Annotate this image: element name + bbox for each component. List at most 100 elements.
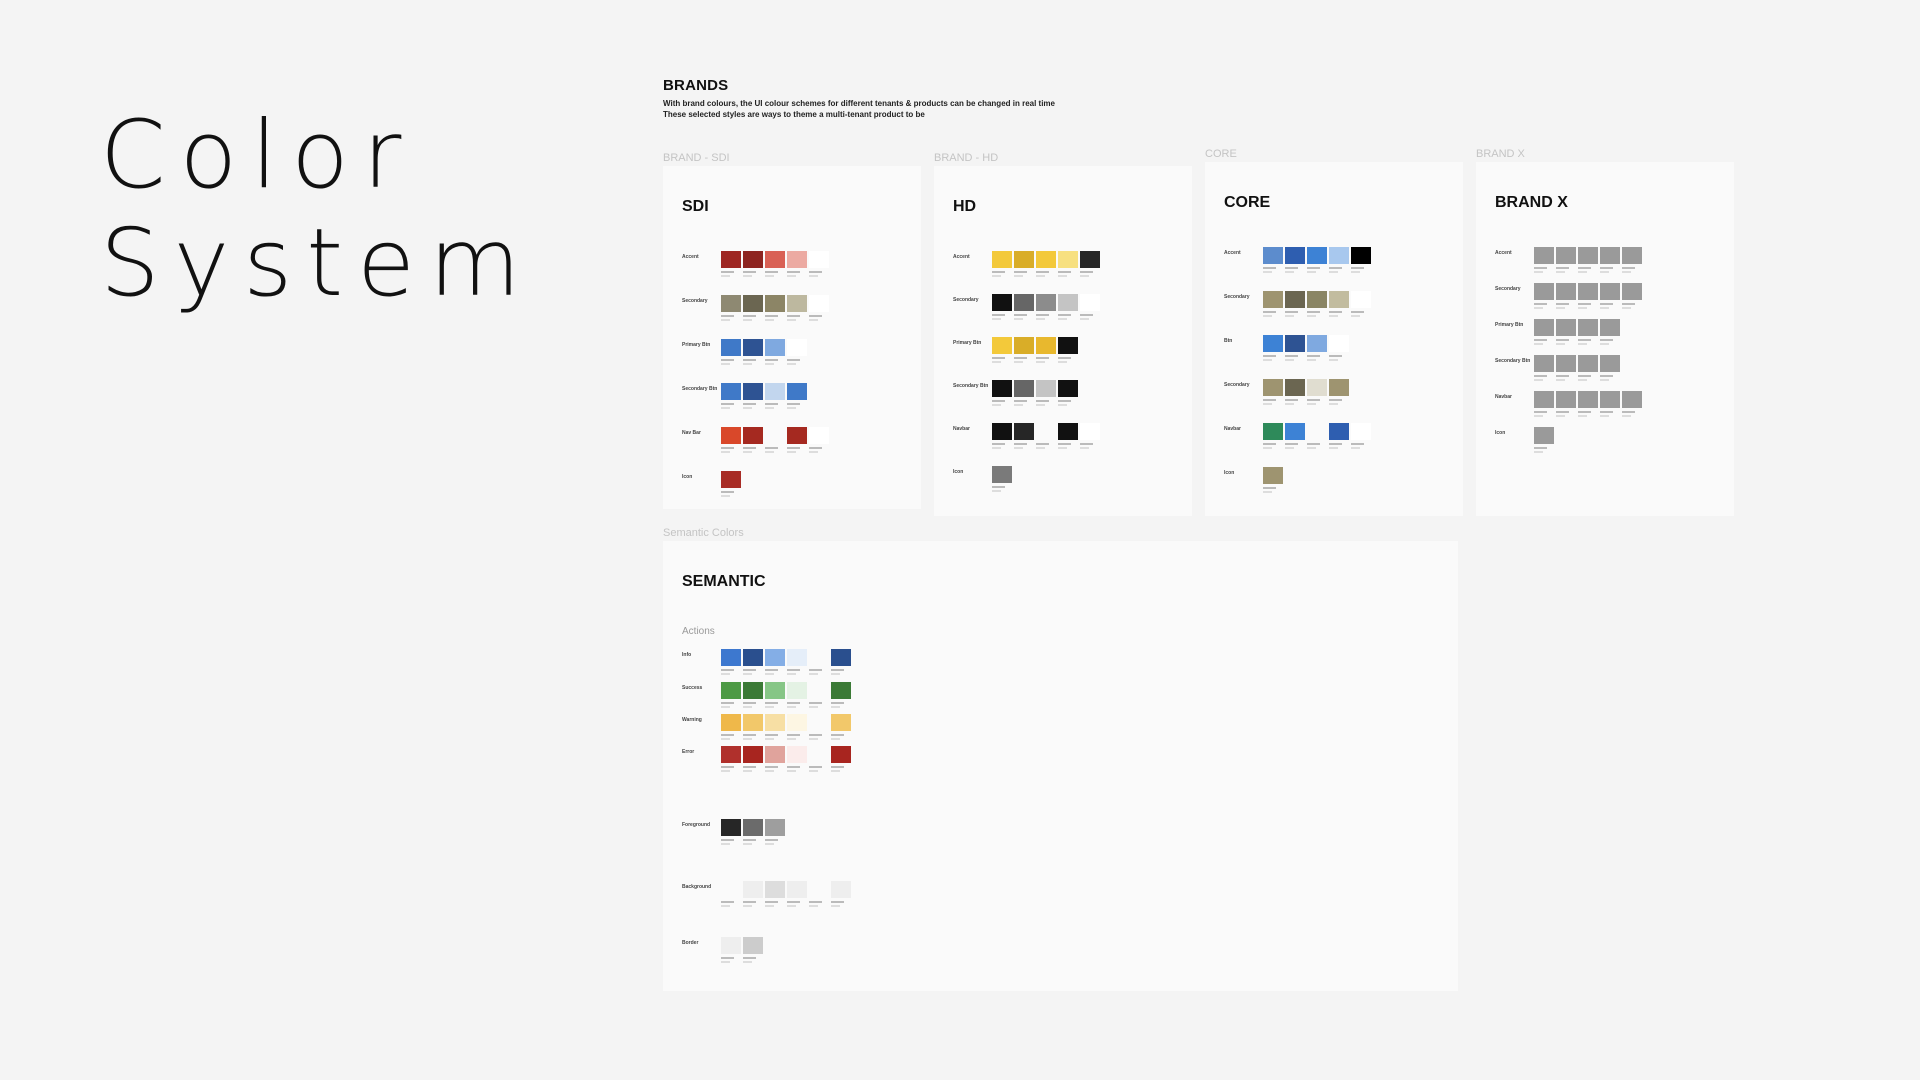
color-swatch[interactable] <box>1058 294 1078 320</box>
color-swatch[interactable] <box>992 423 1012 449</box>
color-swatch[interactable] <box>743 251 763 277</box>
color-swatch[interactable] <box>809 251 829 277</box>
color-swatch[interactable] <box>1351 291 1371 317</box>
frame-label-core[interactable]: CORE <box>1205 148 1237 160</box>
color-swatch[interactable] <box>1058 251 1078 277</box>
color-swatch[interactable] <box>765 427 785 453</box>
color-swatch[interactable] <box>1058 423 1078 449</box>
color-swatch[interactable] <box>809 427 829 453</box>
frame-label-brand-hd[interactable]: BRAND - HD <box>934 152 998 164</box>
color-swatch[interactable] <box>1578 319 1598 345</box>
color-swatch[interactable] <box>992 466 1012 492</box>
color-swatch[interactable] <box>1534 427 1554 453</box>
frame-label-semantic-colors[interactable]: Semantic Colors <box>663 527 744 539</box>
color-swatch[interactable] <box>1285 291 1305 317</box>
color-swatch[interactable] <box>1622 247 1642 273</box>
color-swatch[interactable] <box>831 649 851 675</box>
color-swatch[interactable] <box>992 380 1012 406</box>
color-swatch[interactable] <box>765 746 785 772</box>
color-swatch[interactable] <box>765 881 785 907</box>
color-swatch[interactable] <box>787 295 807 321</box>
color-swatch[interactable] <box>743 746 763 772</box>
color-swatch[interactable] <box>1556 355 1576 381</box>
color-swatch[interactable] <box>743 682 763 708</box>
color-swatch[interactable] <box>743 339 763 365</box>
color-swatch[interactable] <box>1080 251 1100 277</box>
color-swatch[interactable] <box>1556 391 1576 417</box>
color-swatch[interactable] <box>743 295 763 321</box>
color-swatch[interactable] <box>1329 335 1349 361</box>
color-swatch[interactable] <box>1058 380 1078 406</box>
color-swatch[interactable] <box>1534 355 1554 381</box>
color-swatch[interactable] <box>1600 355 1620 381</box>
color-swatch[interactable] <box>721 339 741 365</box>
color-swatch[interactable] <box>992 294 1012 320</box>
color-swatch[interactable] <box>1556 319 1576 345</box>
color-swatch[interactable] <box>743 649 763 675</box>
color-swatch[interactable] <box>765 649 785 675</box>
color-swatch[interactable] <box>721 682 741 708</box>
color-swatch[interactable] <box>1578 391 1598 417</box>
color-swatch[interactable] <box>809 649 829 675</box>
color-swatch[interactable] <box>1329 423 1349 449</box>
color-swatch[interactable] <box>831 746 851 772</box>
color-swatch[interactable] <box>1600 247 1620 273</box>
color-swatch[interactable] <box>1285 423 1305 449</box>
color-swatch[interactable] <box>1014 380 1034 406</box>
color-swatch[interactable] <box>1534 391 1554 417</box>
frame-label-brand-sdi[interactable]: BRAND - SDI <box>663 152 730 164</box>
color-swatch[interactable] <box>721 427 741 453</box>
color-swatch[interactable] <box>743 383 763 409</box>
color-swatch[interactable] <box>787 682 807 708</box>
color-swatch[interactable] <box>743 819 763 845</box>
color-swatch[interactable] <box>1285 335 1305 361</box>
color-swatch[interactable] <box>787 339 807 365</box>
card-brand-x[interactable]: BRAND X Accent Secondary Primary Btn Second… <box>1476 162 1734 516</box>
color-swatch[interactable] <box>721 383 741 409</box>
color-swatch[interactable] <box>1036 423 1056 449</box>
color-swatch[interactable] <box>765 251 785 277</box>
card-core[interactable]: CORE Accent Secondary Btn Secondary Navbar Ic… <box>1205 162 1463 516</box>
color-swatch[interactable] <box>1307 335 1327 361</box>
color-swatch[interactable] <box>1622 391 1642 417</box>
color-swatch[interactable] <box>1556 283 1576 309</box>
color-swatch[interactable] <box>1329 379 1349 405</box>
color-swatch[interactable] <box>1329 247 1349 273</box>
color-swatch[interactable] <box>721 649 741 675</box>
color-swatch[interactable] <box>1578 355 1598 381</box>
color-swatch[interactable] <box>765 339 785 365</box>
card-brand-hd[interactable]: HD Accent Secondary Primary Btn Secondary B… <box>934 166 1192 516</box>
color-swatch[interactable] <box>765 682 785 708</box>
color-swatch[interactable] <box>1556 247 1576 273</box>
color-swatch[interactable] <box>1263 335 1283 361</box>
color-swatch[interactable] <box>831 714 851 740</box>
color-swatch[interactable] <box>1329 291 1349 317</box>
color-swatch[interactable] <box>765 819 785 845</box>
color-swatch[interactable] <box>809 295 829 321</box>
color-swatch[interactable] <box>1534 247 1554 273</box>
color-swatch[interactable] <box>1263 423 1283 449</box>
card-semantic[interactable]: SEMANTIC Actions Info Success Warning Error… <box>663 541 1458 991</box>
color-swatch[interactable] <box>1036 380 1056 406</box>
color-swatch[interactable] <box>1622 283 1642 309</box>
color-swatch[interactable] <box>1014 337 1034 363</box>
color-swatch[interactable] <box>1036 337 1056 363</box>
color-swatch[interactable] <box>721 471 741 497</box>
color-swatch[interactable] <box>787 427 807 453</box>
color-swatch[interactable] <box>1014 294 1034 320</box>
color-swatch[interactable] <box>992 337 1012 363</box>
color-swatch[interactable] <box>1307 291 1327 317</box>
color-swatch[interactable] <box>1578 247 1598 273</box>
color-swatch[interactable] <box>1263 247 1283 273</box>
color-swatch[interactable] <box>809 714 829 740</box>
color-swatch[interactable] <box>809 881 829 907</box>
color-swatch[interactable] <box>831 881 851 907</box>
color-swatch[interactable] <box>1351 247 1371 273</box>
color-swatch[interactable] <box>1600 391 1620 417</box>
color-swatch[interactable] <box>721 251 741 277</box>
color-swatch[interactable] <box>721 881 741 907</box>
color-swatch[interactable] <box>1263 291 1283 317</box>
color-swatch[interactable] <box>787 251 807 277</box>
color-swatch[interactable] <box>1534 319 1554 345</box>
color-swatch[interactable] <box>1036 294 1056 320</box>
